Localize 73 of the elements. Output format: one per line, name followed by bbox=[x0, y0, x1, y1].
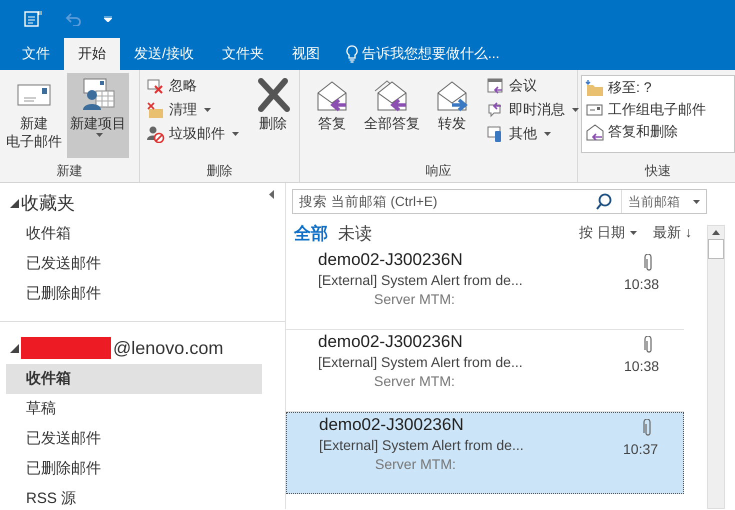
ribbon-button[interactable]: 工作组电子邮件 bbox=[582, 99, 734, 121]
message-time: 10:38 bbox=[624, 358, 660, 374]
section-title[interactable]: 收藏夹 bbox=[21, 191, 75, 215]
message-subject: [External] System Alert from de... bbox=[318, 354, 524, 370]
folder-item[interactable]: RSS 源 bbox=[6, 484, 262, 510]
sort-by-button[interactable]: 按 日期 bbox=[579, 224, 638, 242]
ribbon-button[interactable]: 会议 bbox=[483, 75, 582, 97]
group-label: 快速 bbox=[644, 162, 672, 180]
junk-icon bbox=[146, 125, 165, 143]
ribbon-tab[interactable]: 发送/接收 bbox=[120, 38, 208, 70]
ribbon-button[interactable]: 全部答复 bbox=[363, 73, 421, 158]
folder-item[interactable]: 已发送邮件 bbox=[6, 249, 262, 279]
filter-tab[interactable]: 未读 bbox=[336, 222, 380, 244]
message-sender: demo02-J300236N bbox=[318, 250, 464, 270]
clean-up-icon bbox=[146, 101, 165, 119]
caret-icon bbox=[630, 231, 638, 235]
scroll-thumb[interactable] bbox=[708, 239, 724, 259]
caret-icon bbox=[693, 200, 700, 204]
folder-item[interactable]: 已删除邮件 bbox=[6, 279, 262, 309]
ribbon-button[interactable]: 移至: ? bbox=[582, 77, 734, 99]
reply-icon bbox=[585, 123, 604, 141]
scroll-up-icon[interactable] bbox=[712, 230, 720, 235]
message-time: 10:37 bbox=[623, 441, 658, 457]
new-items-icon bbox=[80, 77, 116, 113]
expanded-icon[interactable] bbox=[10, 198, 19, 208]
group-label: 响应 bbox=[424, 162, 452, 180]
ribbon-button[interactable]: 转发 bbox=[423, 73, 481, 158]
ribbon-button[interactable]: 清理 bbox=[143, 99, 242, 121]
ribbon-button[interactable]: 答复和删除 bbox=[582, 121, 734, 143]
scrollbar[interactable] bbox=[707, 225, 725, 509]
ribbon-tab[interactable]: 开始 bbox=[64, 38, 120, 70]
sort-order-button[interactable]: 最新 ↓ bbox=[653, 224, 692, 242]
ribbon-button[interactable]: 删除 bbox=[244, 73, 302, 158]
ribbon-button[interactable]: 忽略 bbox=[143, 75, 242, 97]
message-preview: Server MTM: bbox=[373, 291, 456, 307]
ribbon-button[interactable]: 新建项目 bbox=[67, 73, 129, 158]
customize-caret-icon[interactable] bbox=[104, 16, 112, 22]
folder-item[interactable]: 收件箱 bbox=[6, 364, 262, 394]
search-icon[interactable] bbox=[595, 192, 613, 210]
ignore-icon bbox=[146, 77, 165, 95]
ribbon-button[interactable]: 新建 电子邮件 bbox=[3, 73, 65, 158]
message-subject: [External] System Alert from de... bbox=[319, 437, 525, 453]
tell-me-field[interactable]: 告诉我您想要做什么... bbox=[362, 45, 500, 63]
message-sender: demo02-J300236N bbox=[319, 415, 465, 435]
search-scope-dropdown[interactable]: 当前邮箱 bbox=[621, 190, 706, 213]
group-label: 删除 bbox=[206, 162, 234, 180]
calendar-icon bbox=[486, 77, 505, 95]
lightbulb-icon bbox=[346, 45, 358, 63]
expanded-icon[interactable] bbox=[10, 344, 19, 352]
folder-item[interactable]: 草稿 bbox=[6, 394, 262, 424]
ribbon-tab[interactable]: 视图 bbox=[278, 38, 334, 70]
ribbon-tab[interactable]: 文件 bbox=[8, 38, 64, 70]
ribbon-tab[interactable]: 文件夹 bbox=[208, 38, 278, 70]
message-sender: demo02-J300236N bbox=[318, 332, 464, 352]
search-field[interactable]: 搜索 当前邮箱 (Ctrl+E) 当前邮箱 bbox=[292, 189, 707, 214]
group-label: 新建 bbox=[56, 162, 84, 180]
delete-icon bbox=[255, 77, 291, 113]
section-title[interactable]: @lenovo.com bbox=[113, 338, 224, 358]
filter-tab[interactable]: 全部 bbox=[292, 222, 336, 244]
folder-item[interactable]: 已删除邮件 bbox=[6, 454, 262, 484]
ribbon-button[interactable]: 垃圾邮件 bbox=[143, 123, 242, 145]
message-time: 10:38 bbox=[624, 276, 660, 292]
message-item[interactable]: demo02-J300236N [External] System Alert from de... Server MTM: 10:37 bbox=[286, 412, 684, 494]
collapse-icon[interactable] bbox=[269, 190, 275, 199]
folder-item[interactable]: 收件箱 bbox=[6, 219, 262, 249]
folder-item[interactable]: 已发送邮件 bbox=[6, 424, 262, 454]
message-preview: Server MTM: bbox=[374, 456, 457, 472]
folder-icon bbox=[585, 79, 604, 97]
message-subject: [External] System Alert from de... bbox=[318, 272, 524, 288]
message-preview: Server MTM: bbox=[373, 373, 456, 389]
message-item[interactable]: demo02-J300236N [External] System Alert from de... Server MTM: 10:38 bbox=[286, 248, 684, 330]
ribbon-button[interactable]: 答复 bbox=[303, 73, 361, 158]
send-receive-icon[interactable] bbox=[24, 10, 42, 28]
